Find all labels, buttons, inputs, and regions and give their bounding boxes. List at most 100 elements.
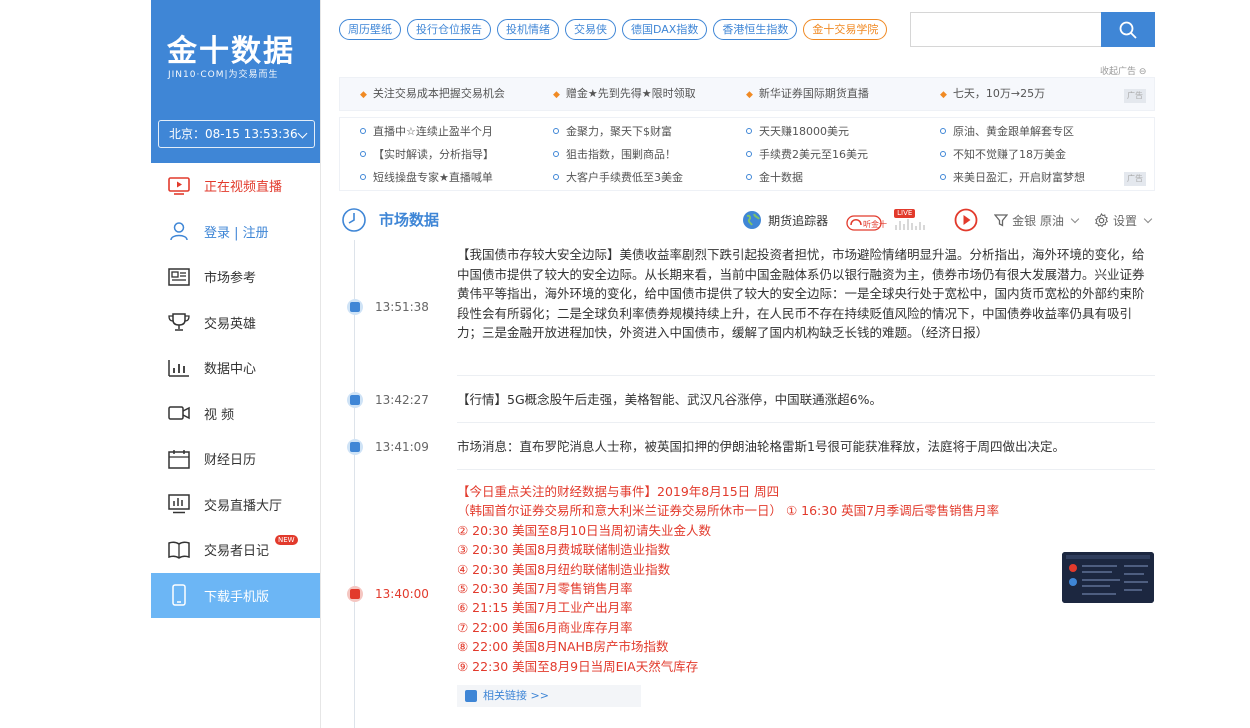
ad-link[interactable]: 天天赚18000美元	[746, 123, 849, 139]
play-screen-icon	[168, 175, 190, 197]
ad-link[interactable]: 【实时解读，分析指导】	[360, 146, 494, 162]
news-line: ⑧ 22:00 美国8月NAHB房产市场指数	[457, 639, 669, 655]
sidebar-item-label: 下载手机版	[204, 589, 270, 605]
video-camera-icon	[168, 402, 190, 424]
sidebar-item-label: 交易者日记	[204, 544, 270, 560]
search-button[interactable]	[1101, 12, 1155, 47]
news-time: 13:51:38	[375, 300, 429, 314]
ad-link-text: 新华证券国际期货直播	[758, 87, 869, 100]
sidebar-item-video[interactable]: 视 频	[151, 391, 320, 437]
news-thumbnail-image[interactable]	[1062, 552, 1154, 603]
brand-logo[interactable]: 金十数据	[167, 26, 295, 70]
circle-bullet-icon	[940, 128, 946, 134]
news-time: 13:40:00	[375, 587, 429, 601]
sidebar-item-label: 市场参考	[204, 271, 257, 287]
chevron-down-icon	[1070, 214, 1080, 223]
news-item: 13:42:27 【行情】5G概念股午后走强，美格智能、武汉凡谷涨停，中国联通涨…	[340, 389, 1155, 419]
tag-hang-seng-index[interactable]: 香港恒生指数	[713, 19, 798, 40]
news-content[interactable]: 市场消息：直布罗陀消息人士称，被英国扣押的伊朗油轮格雷斯1号很可能获准释放，法庭…	[457, 437, 1147, 457]
ad-label: 广告	[1124, 172, 1146, 186]
ad-link[interactable]: 直播中☆连续止盈半个月	[360, 123, 493, 139]
sidebar-item-live-hall[interactable]: 交易直播大厅	[151, 482, 320, 528]
ad-link-text: 金十数据	[759, 171, 803, 184]
ad-link-text: 金聚力，聚天下$财富	[566, 125, 672, 138]
ad-text-grid: 直播中☆连续止盈半个月 金聚力，聚天下$财富 天天赚18000美元 原油、黄金跟…	[339, 117, 1155, 191]
tag-dax-index[interactable]: 德国DAX指数	[622, 19, 708, 40]
news-line: ⑦ 22:00 美国6月商业库存月率	[457, 619, 633, 635]
sidebar-item-login[interactable]: 登录 | 注册	[151, 209, 320, 255]
trophy-icon	[168, 311, 190, 333]
news-line: 【今日重点关注的财经数据与事件】2019年8月15日 周四	[457, 484, 780, 499]
book-icon	[168, 539, 190, 561]
sidebar-item-market-reference[interactable]: 市场参考	[151, 254, 320, 300]
news-line: ⑨ 22:30 美国至8月9日当周EIA天然气库存	[457, 658, 699, 674]
ad-link-text: 短线操盘专家★直播喊单	[373, 171, 493, 184]
tag-weekly-wallpaper[interactable]: 周历壁纸	[339, 19, 401, 40]
ad-link[interactable]: 来美日盈汇，开启财富梦想	[940, 169, 1085, 185]
ad-link-text: 不知不觉赚了18万美金	[953, 148, 1066, 161]
news-line: ⑤ 20:30 美国7月零售销售月率	[457, 581, 633, 597]
ad-link[interactable]: 大客户手续费低至3美金	[553, 169, 683, 185]
ad-link[interactable]: ◆ 七天，10万→25万	[940, 78, 1045, 111]
news-line: ② 20:30 美国至8月10日当周初请失业金人数	[457, 522, 712, 538]
sidebar-item-data-center[interactable]: 数据中心	[151, 345, 320, 391]
tag-bank-position-report[interactable]: 投行仓位报告	[407, 19, 491, 40]
news-content[interactable]: 【行情】5G概念股午后走强，美格智能、武汉凡谷涨停，中国联通涨超6%。	[457, 390, 1147, 410]
ad-link[interactable]: 不知不觉赚了18万美金	[940, 146, 1066, 162]
related-links-button[interactable]: 相关链接 >>	[457, 685, 641, 707]
ad-link-text: 【实时解读，分析指导】	[373, 148, 494, 161]
news-separator	[340, 375, 1155, 376]
listen-live-icon[interactable]: 听金十	[846, 209, 888, 231]
brand-subtitle: JIN10·COM|为交易而生	[168, 70, 279, 80]
live-audio-widget[interactable]: LIVE	[894, 209, 948, 231]
news-icon	[347, 439, 363, 455]
circle-bullet-icon	[553, 151, 559, 157]
ad-link-text: 大客户手续费低至3美金	[566, 171, 683, 184]
divider	[457, 422, 1155, 423]
search-input[interactable]	[911, 13, 1101, 46]
news-content[interactable]: 【我国债市存较大安全边际】美债收益率剧烈下跌引起投资者担忧，市场避险情绪明显升温…	[457, 245, 1147, 343]
ad-link[interactable]: ◆ 赠金★先到先得★限时领取	[553, 78, 696, 111]
ad-link[interactable]: 原油、黄金跟单解套专区	[940, 123, 1074, 139]
ad-link[interactable]: 手续费2美元至16美元	[746, 146, 868, 162]
sidebar-item-label: 财经日历	[204, 453, 257, 469]
news-item: 13:51:38 【我国债市存较大安全边际】美债收益率剧烈下跌引起投资者担忧，市…	[340, 245, 1155, 375]
settings-label: 设置	[1112, 213, 1137, 228]
sidebar-item-live-video[interactable]: 正在视频直播	[151, 163, 320, 209]
user-icon	[168, 220, 190, 242]
ad-link[interactable]: 金十数据	[746, 169, 803, 185]
circle-bullet-icon	[746, 128, 752, 134]
sidebar-item-calendar[interactable]: 财经日历	[151, 436, 320, 482]
collapse-ads-button[interactable]: 收起广告 ⊖	[1100, 64, 1146, 77]
sidebar-item-label: 交易直播大厅	[204, 498, 283, 514]
ad-link-text: 直播中☆连续止盈半个月	[373, 125, 493, 138]
globe-icon	[743, 211, 762, 229]
tag-trading-hero[interactable]: 交易侠	[565, 19, 616, 40]
news-line: ④ 20:30 美国8月纽约联储制造业指数	[457, 561, 671, 577]
sidebar-item-label: 数据中心	[204, 362, 257, 378]
news-content[interactable]: 【今日重点关注的财经数据与事件】2019年8月15日 周四 （韩国首尔证券交易所…	[457, 482, 1147, 676]
ad-link[interactable]: 金聚力，聚天下$财富	[553, 123, 672, 139]
monitor-chart-icon	[168, 493, 190, 515]
circle-bullet-icon	[553, 174, 559, 180]
filter-gold-oil-dropdown[interactable]: 金银 原油	[994, 212, 1082, 229]
sidebar-item-trader-diary[interactable]: 交易者日记 NEW	[151, 527, 320, 573]
diamond-icon: ◆	[746, 90, 753, 100]
tag-speculative-sentiment[interactable]: 投机情绪	[497, 19, 559, 40]
sidebar-item-trading-hero[interactable]: 交易英雄	[151, 300, 320, 346]
ad-link[interactable]: ◆ 新华证券国际期货直播	[746, 78, 869, 111]
beijing-clock-select[interactable]: 北京：08-15 13:53:36	[158, 120, 315, 148]
ad-link[interactable]: ◆ 关注交易成本把握交易机会	[360, 78, 505, 111]
sidebar-item-download-mobile[interactable]: 下载手机版	[151, 572, 320, 618]
market-data-title: 市场数据	[379, 211, 440, 229]
settings-dropdown[interactable]: 设置	[1094, 212, 1155, 229]
circle-bullet-icon	[360, 128, 366, 134]
ad-link[interactable]: 短线操盘专家★直播喊单	[360, 169, 493, 185]
ad-link[interactable]: 狙击指数，围剿商品！	[553, 146, 676, 162]
filter-icon	[994, 214, 1009, 227]
futures-tracker-link[interactable]: 期货追踪器	[768, 212, 828, 229]
circle-bullet-icon	[360, 174, 366, 180]
play-icon[interactable]	[954, 208, 978, 232]
news-separator	[340, 422, 1155, 423]
tag-trading-academy[interactable]: 金十交易学院	[803, 19, 888, 40]
